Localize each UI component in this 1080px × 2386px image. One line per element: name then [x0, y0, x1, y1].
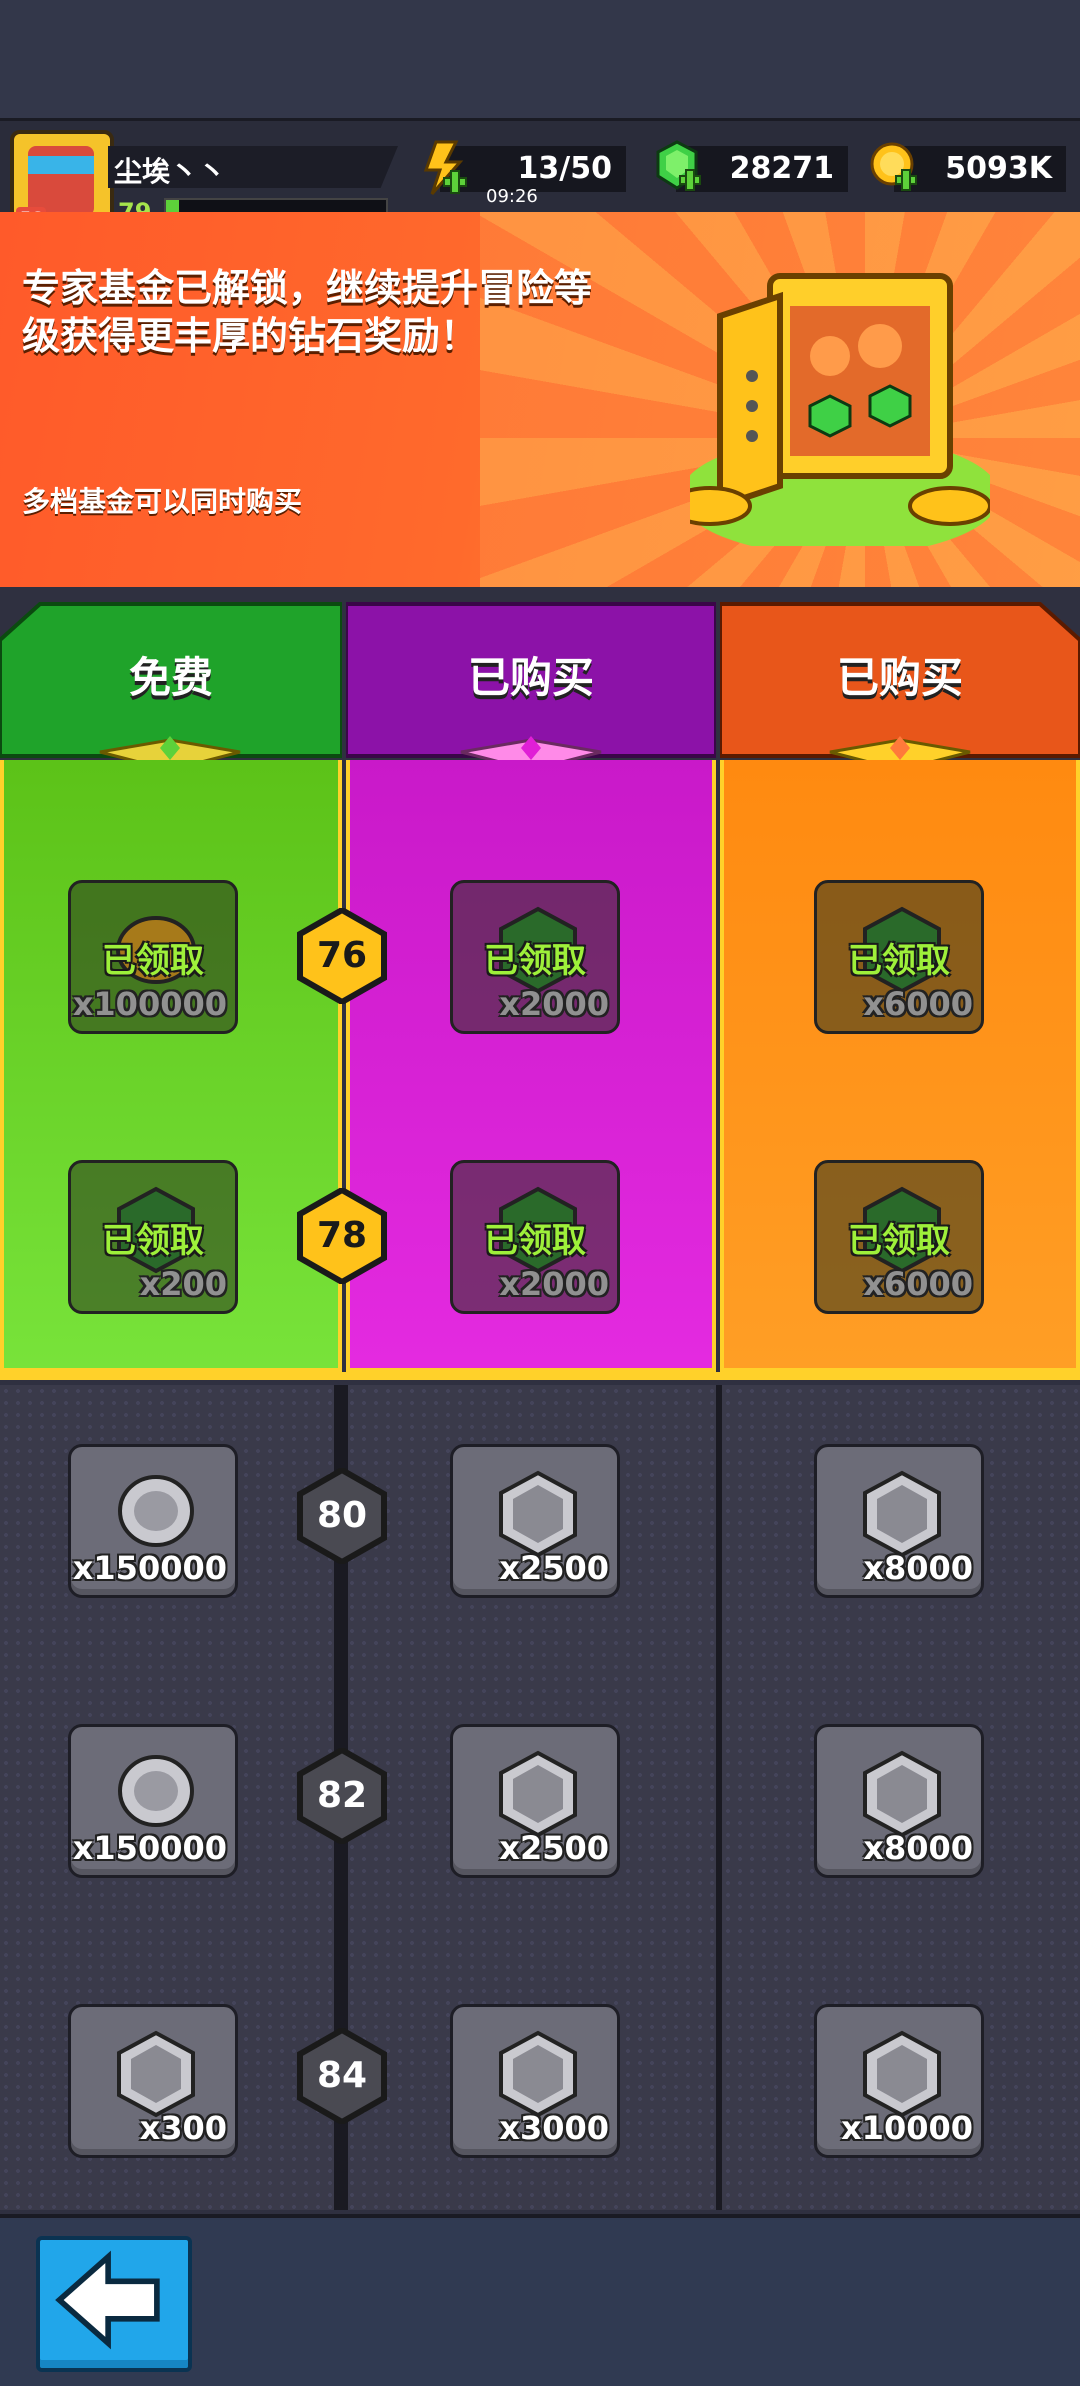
reward-free-80[interactable]: x150000 [68, 1444, 238, 1598]
reward-amount: x200 [139, 1265, 227, 1303]
reward-amount: x10000 [841, 2109, 973, 2147]
level-number: 80 [316, 1495, 368, 1536]
reward-tier3-82[interactable]: x8000 [814, 1724, 984, 1878]
reward-amount: x2500 [499, 1829, 609, 1867]
column-tier2-label: 已购买 [467, 653, 594, 702]
reward-tier3-78[interactable]: 已领取 x6000 [814, 1160, 984, 1314]
gem-icon [499, 1470, 577, 1558]
reward-amount: x2000 [499, 1265, 609, 1303]
claimed-label: 已领取 [848, 1221, 950, 1261]
energy-timer: 09:26 [486, 186, 538, 207]
fund-banner: 专家基金已解锁，继续提升冒险等级获得更丰厚的钻石奖励！ 多档基金可以同时购买 [0, 212, 1080, 587]
gem-plus-icon[interactable] [652, 138, 702, 194]
banner-subtitle: 多档基金可以同时购买 [22, 485, 303, 518]
avatar-visor [28, 156, 94, 174]
column-free-label: 免费 [128, 653, 213, 702]
reward-amount: x2000 [499, 985, 609, 1023]
gem-icon [499, 2030, 577, 2118]
gem-icon [863, 1750, 941, 1838]
reward-amount: x300 [139, 2109, 227, 2147]
gem-icon [499, 1750, 577, 1838]
reward-free-84[interactable]: x300 [68, 2004, 238, 2158]
reward-amount: x3000 [499, 2109, 609, 2147]
reward-amount: x6000 [863, 985, 973, 1023]
reward-amount: x2500 [499, 1549, 609, 1587]
progress-divider [0, 1372, 1080, 1380]
reward-amount: x150000 [72, 1549, 227, 1587]
back-arrow-icon [55, 2250, 160, 2350]
reward-tier2-76[interactable]: 已领取 x2000 [450, 880, 620, 1034]
reward-amount: x6000 [863, 1265, 973, 1303]
column-tier3-header: 已购买 [720, 600, 1080, 760]
reward-free-78[interactable]: 已领取 x200 [68, 1160, 238, 1314]
reward-amount: x150000 [72, 1829, 227, 1867]
gem-icon [863, 1470, 941, 1558]
level-node-76: 76 [294, 906, 390, 1006]
gold-plus-icon[interactable] [868, 138, 918, 194]
claimed-label: 已领取 [484, 1221, 586, 1261]
silver-coin-icon [118, 1475, 194, 1547]
banner-title: 专家基金已解锁，继续提升冒险等级获得更丰厚的钻石奖励！ [22, 266, 593, 358]
silver-coin-icon [118, 1755, 194, 1827]
claimed-label: 已领取 [102, 1221, 204, 1261]
gold-counter: 5093K [894, 146, 1066, 192]
reward-tier3-80[interactable]: x8000 [814, 1444, 984, 1598]
back-button[interactable] [36, 2236, 192, 2372]
level-number: 76 [316, 935, 368, 976]
treasure-safe-icon [690, 273, 990, 546]
column-free-header: 免费 [0, 600, 342, 760]
level-node-80: 80 [294, 1466, 390, 1566]
level-number: 78 [316, 1215, 368, 1256]
reward-amount: x100000 [72, 985, 227, 1023]
level-number: 82 [316, 1775, 368, 1816]
reward-tier2-78[interactable]: 已领取 x2000 [450, 1160, 620, 1314]
reward-tier3-84[interactable]: x10000 [814, 2004, 984, 2158]
column-tier2-header: 已购买 [346, 600, 716, 760]
level-node-84: 84 [294, 2026, 390, 2126]
level-number: 84 [316, 2055, 368, 2096]
reward-tier3-76[interactable]: 已领取 x6000 [814, 880, 984, 1034]
claimed-label: 已领取 [848, 941, 950, 981]
player-name: 尘埃丶丶 [114, 155, 227, 188]
reward-amount: x8000 [863, 1549, 973, 1587]
reward-tier2-84[interactable]: x3000 [450, 2004, 620, 2158]
reward-free-76[interactable]: 已领取 x100000 [68, 880, 238, 1034]
level-node-78: 78 [294, 1186, 390, 1286]
energy-plus-icon[interactable] [418, 140, 468, 196]
level-node-82: 82 [294, 1746, 390, 1846]
reward-tier2-82[interactable]: x2500 [450, 1724, 620, 1878]
claimed-label: 已领取 [484, 941, 586, 981]
gem-icon [863, 2030, 941, 2118]
claimed-label: 已领取 [102, 941, 204, 981]
reward-free-82[interactable]: x150000 [68, 1724, 238, 1878]
column-separator [716, 1385, 722, 2210]
column-tier3-label: 已购买 [836, 653, 963, 702]
status-bar-area [0, 0, 1080, 118]
gem-icon [117, 2030, 195, 2118]
reward-amount: x8000 [863, 1829, 973, 1867]
reward-tier2-80[interactable]: x2500 [450, 1444, 620, 1598]
